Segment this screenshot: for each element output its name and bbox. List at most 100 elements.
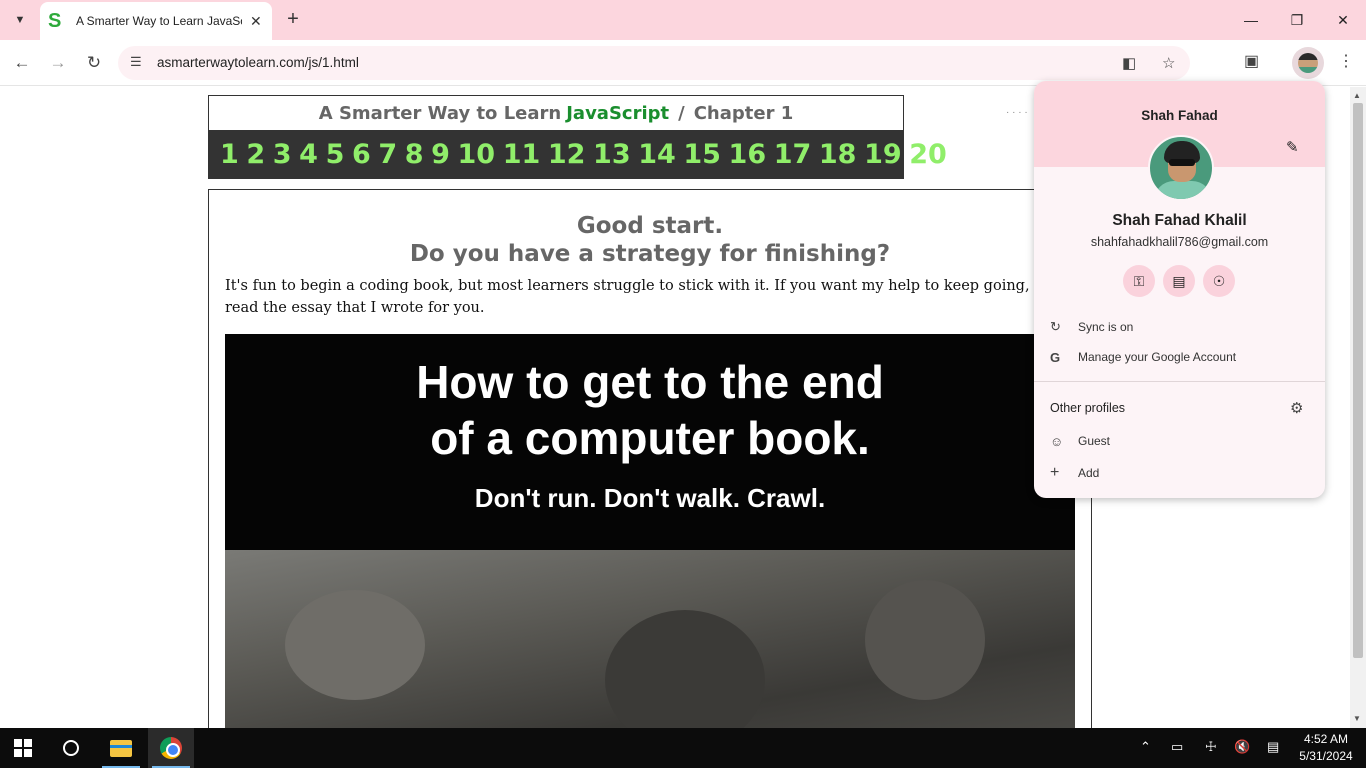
essay-banner-link[interactable]: How to get to the end of a computer book…: [225, 334, 1075, 550]
guest-label: Guest: [1078, 434, 1111, 448]
system-clock[interactable]: 4:52 AM 5/31/2024: [1295, 731, 1357, 765]
chrome-icon: [160, 737, 182, 759]
tray-overflow-chevron-icon[interactable]: ⌃: [1140, 739, 1151, 755]
chapter-link[interactable]: 7: [378, 139, 397, 170]
chapter-link[interactable]: 13: [593, 139, 631, 170]
scroll-down-icon[interactable]: ▼: [1353, 714, 1361, 723]
profile-avatar-button[interactable]: [1292, 47, 1324, 79]
vertical-scrollbar[interactable]: ▲ ▼: [1350, 87, 1366, 728]
file-explorer-button[interactable]: [98, 728, 144, 768]
start-windows-icon[interactable]: [14, 739, 32, 757]
chapter-link[interactable]: 9: [431, 139, 450, 170]
chapter-link[interactable]: 20: [909, 139, 947, 170]
notifications-icon[interactable]: ▤: [1267, 739, 1279, 755]
header-prefix: A Smarter Way to Learn: [318, 102, 562, 124]
sync-row[interactable]: ↻ Sync is on: [1050, 316, 1133, 338]
chapter-link[interactable]: 4: [299, 139, 318, 170]
profile-photo: [1148, 135, 1214, 201]
header-chapter: Chapter 1: [693, 102, 794, 124]
chapter-link[interactable]: 11: [503, 139, 541, 170]
chrome-taskbar-button[interactable]: [148, 728, 194, 768]
chapter-link[interactable]: 19: [864, 139, 902, 170]
crawler-right-figure: [865, 580, 985, 700]
extensions-icon[interactable]: ▣: [1244, 51, 1259, 71]
chapter-link[interactable]: 18: [819, 139, 857, 170]
guest-person-icon: ☺: [1050, 433, 1064, 449]
forward-button[interactable]: →: [46, 51, 70, 75]
chapter-link[interactable]: 2: [246, 139, 265, 170]
scroll-up-icon[interactable]: ▲: [1353, 91, 1361, 100]
chapter-link[interactable]: 17: [774, 139, 812, 170]
chapter-link[interactable]: 15: [683, 139, 721, 170]
chapter-link[interactable]: 8: [405, 139, 424, 170]
minimize-button[interactable]: —: [1228, 0, 1274, 40]
add-label: Add: [1078, 466, 1100, 480]
new-tab-button[interactable]: +: [282, 8, 304, 32]
bookmark-star-icon[interactable]: ☆: [1162, 54, 1175, 72]
dotted-decoration: · · · ·: [1006, 107, 1028, 118]
header-separator: /: [678, 102, 685, 124]
payment-card-icon[interactable]: ▤: [1163, 265, 1195, 297]
chapter-link[interactable]: 16: [729, 139, 767, 170]
tab-search-chevron-icon[interactable]: ▼: [8, 8, 32, 32]
clock-date: 5/31/2024: [1299, 749, 1353, 763]
crawler-center-figure: [605, 610, 765, 728]
chapter-nav: 1 2 3 4 5 6 7 8 9 10 11 12 13 14 15 16 17 18 19 20: [209, 130, 947, 178]
chapter-link[interactable]: 1: [220, 139, 239, 170]
restore-button[interactable]: ❐: [1274, 0, 1320, 40]
site-info-icon[interactable]: ☰: [130, 54, 142, 70]
profile-full-name: Shah Fahad Khalil: [1112, 212, 1247, 229]
sync-icon: ↻: [1050, 319, 1061, 334]
battery-icon[interactable]: ▭: [1171, 739, 1183, 755]
menu-kebab-icon[interactable]: ⋮: [1338, 51, 1354, 71]
essay-box: Good start. Do you have a strategy for f…: [208, 189, 1092, 728]
chapter-link[interactable]: 10: [458, 139, 496, 170]
header-brand-link[interactable]: JavaScript: [566, 103, 669, 124]
add-profile-row[interactable]: + Add: [1050, 462, 1099, 484]
chapter-link[interactable]: 12: [548, 139, 586, 170]
avatar-icon: [1298, 53, 1318, 73]
essay-heading-line1: Good start.: [576, 213, 724, 239]
mud-crawl-photo[interactable]: [225, 550, 1075, 728]
chapter-link[interactable]: 14: [638, 139, 676, 170]
manage-account-row[interactable]: G Manage your Google Account: [1050, 346, 1236, 368]
banner-subtitle: Don't run. Don't walk. Crawl.: [474, 483, 826, 513]
volume-muted-icon[interactable]: 🔇: [1234, 739, 1250, 755]
cast-blocked-icon[interactable]: ◧: [1122, 54, 1136, 72]
header-title: A Smarter Way to Learn JavaScript / Chap…: [209, 96, 903, 130]
sync-label: Sync is on: [1078, 320, 1134, 334]
edit-profile-pencil-icon[interactable]: ✎: [1286, 138, 1299, 156]
search-circle-icon[interactable]: [63, 740, 79, 756]
folder-icon: [110, 739, 132, 757]
clock-time: 4:52 AM: [1303, 732, 1349, 746]
passwords-key-icon[interactable]: ⚿: [1123, 265, 1155, 297]
manage-account-label: Manage your Google Account: [1078, 350, 1237, 364]
crawler-left-figure: [285, 590, 425, 700]
wifi-icon[interactable]: ☩: [1205, 739, 1217, 755]
reload-button[interactable]: ↻: [82, 51, 106, 75]
profile-email: shahfahadkhalil786@gmail.com: [1090, 235, 1269, 249]
back-button[interactable]: ←: [10, 51, 34, 75]
tab-strip: ▼ S A Smarter Way to Learn JavaScript ✕ …: [0, 0, 1366, 40]
essay-paragraph: It's fun to begin a coding book, but mos…: [225, 278, 1030, 316]
manage-profiles-gear-icon[interactable]: ⚙: [1290, 399, 1303, 417]
scroll-thumb[interactable]: [1353, 103, 1363, 658]
profile-menu: Shah Fahad ✎ Shah Fahad Khalil shahfahad…: [1034, 81, 1325, 498]
guest-profile-row[interactable]: ☺ Guest: [1050, 430, 1110, 452]
profile-header-name: Shah Fahad: [1141, 108, 1218, 123]
banner-headline: How to get to the end of a computer book…: [225, 354, 1075, 466]
plus-icon: +: [1050, 464, 1060, 481]
addresses-location-icon[interactable]: ☉: [1203, 265, 1235, 297]
book-header: A Smarter Way to Learn JavaScript / Chap…: [208, 95, 947, 179]
chapter-link[interactable]: 6: [352, 139, 371, 170]
active-tab[interactable]: S A Smarter Way to Learn JavaScript ✕: [40, 2, 272, 40]
tab-title: A Smarter Way to Learn JavaScript: [76, 14, 242, 28]
close-window-button[interactable]: ✕: [1320, 0, 1366, 40]
essay-heading-line2: Do you have a strategy for finishing?: [409, 241, 891, 267]
chapter-link[interactable]: 5: [326, 139, 345, 170]
google-g-icon: G: [1050, 349, 1061, 365]
url-text: asmarterwaytolearn.com/js/1.html: [157, 55, 359, 70]
chapter-link[interactable]: 3: [273, 139, 292, 170]
address-bar[interactable]: ☰ asmarterwaytolearn.com/js/1.html ☆ ◧: [118, 46, 1190, 80]
tab-close-icon[interactable]: ✕: [250, 13, 262, 30]
